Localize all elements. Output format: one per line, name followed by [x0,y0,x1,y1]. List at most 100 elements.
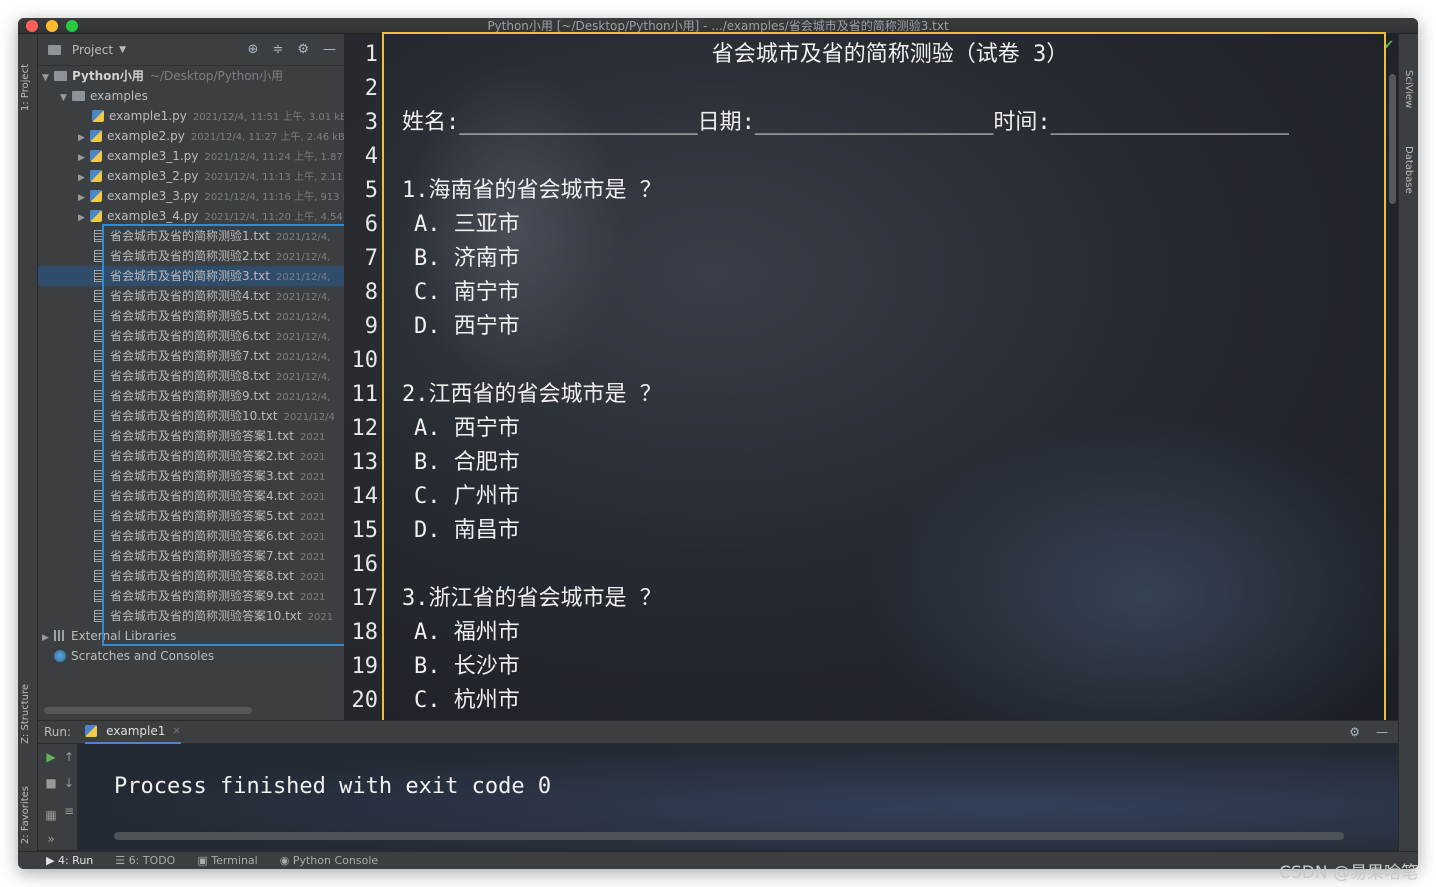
expand-arrow-icon[interactable]: ▶ [78,148,90,168]
tree-txt-file[interactable]: 省会城市及省的简称测验10.txt 2021/12/4 [38,406,344,426]
tree-txt-file[interactable]: 省会城市及省的简称测验答案9.txt 2021 [38,586,344,606]
close-icon[interactable]: ✕ [172,726,180,737]
expand-arrow-icon[interactable]: ▶ [78,188,90,208]
file-meta: 2021/12/4, [275,332,331,343]
tree-txt-file[interactable]: 省会城市及省的简称测验1.txt 2021/12/4, [38,226,344,246]
run-tab-example1[interactable]: example1 ✕ [85,720,181,744]
tree-root[interactable]: ▼ Python小用 ~/Desktop/Python小用 [38,66,344,86]
file-name: 省会城市及省的简称测验答案6.txt [110,529,294,543]
structure-tool-tab[interactable]: Z: Structure [20,684,31,744]
hide-icon[interactable]: — [1376,725,1388,739]
run-tool-button[interactable]: ▶ 4: Run [46,854,93,867]
tree-py-file[interactable]: ▶ example3_1.py 2021/12/4, 11:24 上午, 1.87 … [38,146,344,166]
locate-icon[interactable]: ⊕ [248,42,259,57]
inspection-ok-icon[interactable]: ✔ [1383,38,1394,53]
tree-txt-file[interactable]: 省会城市及省的简称测验7.txt 2021/12/4, [38,346,344,366]
tree-txt-file[interactable]: 省会城市及省的简称测验9.txt 2021/12/4, [38,386,344,406]
file-name: 省会城市及省的简称测验6.txt [110,329,270,343]
file-meta: 2021 [299,532,326,543]
text-file-icon [94,330,104,342]
expand-arrow-icon[interactable]: ▶ [78,128,90,148]
tree-txt-file[interactable]: 省会城市及省的简称测验4.txt 2021/12/4, [38,286,344,306]
scroll-down-icon[interactable]: ↓ [62,776,76,790]
run-console[interactable]: Process finished with exit code 0 [78,744,1398,850]
tree-txt-file[interactable]: 省会城市及省的简称测验答案5.txt 2021 [38,506,344,526]
collapse-icon[interactable]: ≑ [272,42,283,57]
expand-arrow-icon[interactable]: ▶ [78,168,90,188]
expand-arrow-icon[interactable]: ▶ [42,628,54,648]
window-controls [26,20,78,32]
right-tool-strip: SciView Database [1398,34,1418,851]
editor[interactable]: 1 2 3 4 5 6 7 8 9 10 11 12 13 14 15 16 17 18 19 20 省会城市及省的简… [344,34,1398,720]
soft-wrap-icon[interactable]: ≡ [62,804,76,818]
sciview-tool-tab[interactable]: SciView [1403,70,1414,108]
stop-icon[interactable]: ■ [44,776,58,790]
rerun-icon[interactable]: ▶ [44,750,58,764]
tree-txt-file[interactable]: 省会城市及省的简称测验答案6.txt 2021 [38,526,344,546]
minimize-window-button[interactable] [46,20,58,32]
project-view-selector[interactable]: Project [72,43,113,57]
hide-icon[interactable]: — [323,42,336,57]
project-horizontal-scrollbar[interactable] [44,707,252,714]
quiz-title: 省会城市及省的简称测验（试卷 3） [711,42,1069,67]
tree-py-file[interactable]: ▶ example3_4.py 2021/12/4, 11:20 上午, 4.54 [38,206,344,226]
tree-txt-file[interactable]: 省会城市及省的简称测验答案4.txt 2021 [38,486,344,506]
expand-arrow-icon[interactable]: ▼ [60,88,72,108]
scroll-up-icon[interactable]: ↑ [62,750,76,764]
python-console-tool-button[interactable]: ◉ Python Console [280,854,378,867]
more-icon[interactable]: » [44,832,58,846]
background-image-shade [864,414,1398,720]
close-window-button[interactable] [26,20,38,32]
file-meta: 2021 [299,432,326,443]
folder-icon [72,91,85,101]
terminal-tool-button[interactable]: ▣ Terminal [197,854,257,867]
gear-icon[interactable]: ⚙ [297,42,309,57]
layout-icon[interactable]: ▦ [44,808,58,822]
gear-icon[interactable]: ⚙ [1349,725,1360,739]
chevron-down-icon[interactable]: ▼ [119,45,126,55]
tree-py-file[interactable]: example1.py 2021/12/4, 11:51 上午, 3.01 kB [38,106,344,126]
tree-txt-file[interactable]: 省会城市及省的简称测验答案2.txt 2021 [38,446,344,466]
tree-txt-file[interactable]: 省会城市及省的简称测验5.txt 2021/12/4, [38,306,344,326]
project-tool-tab[interactable]: 1: Project [20,64,31,111]
tree-txt-file[interactable]: 省会城市及省的简称测验答案7.txt 2021 [38,546,344,566]
file-meta: 2021 [307,612,334,623]
tree-py-file[interactable]: ▶ example3_2.py 2021/12/4, 11:13 上午, 2.11 … [38,166,344,186]
console-horizontal-scrollbar[interactable] [114,832,1344,840]
todo-tool-button[interactable]: ☰ 6: TODO [115,854,175,867]
tree-txt-file[interactable]: 省会城市及省的简称测验2.txt 2021/12/4, [38,246,344,266]
expand-arrow-icon[interactable]: ▼ [42,68,54,88]
tree-txt-file[interactable]: 省会城市及省的简称测验8.txt 2021/12/4, [38,366,344,386]
tree-txt-file[interactable]: 省会城市及省的简称测验答案3.txt 2021 [38,466,344,486]
tree-scratches[interactable]: Scratches and Consoles [38,646,344,666]
python-file-icon [90,210,102,222]
run-panel-header: Run: example1 ✕ ⚙ — [38,720,1398,744]
tree-txt-file[interactable]: 省会城市及省的简称测验答案1.txt 2021 [38,426,344,446]
file-name: 省会城市及省的简称测验答案1.txt [110,429,294,443]
file-meta: 2021 [299,452,326,463]
expand-arrow-icon[interactable]: ▶ [78,208,90,228]
file-name: 省会城市及省的简称测验答案4.txt [110,489,294,503]
tree-txt-file[interactable]: 省会城市及省的简称测验答案10.txt 2021 [38,606,344,626]
favorites-tool-tab[interactable]: 2: Favorites [20,786,31,844]
text-file-icon [94,430,104,442]
file-name: 省会城市及省的简称测验答案3.txt [110,469,294,483]
run-label: Run: [44,725,72,739]
tree-py-file[interactable]: ▶ example3_3.py 2021/12/4, 11:16 上午, 913 B [38,186,344,206]
python-console-tool-label: Python Console [292,854,379,867]
editor-vertical-scrollbar[interactable] [1389,74,1396,204]
line-number: 13 [351,450,379,475]
tree-txt-file[interactable]: 省会城市及省的简称测验6.txt 2021/12/4, [38,326,344,346]
external-libraries-label: External Libraries [71,629,177,643]
tree-py-file[interactable]: ▶ example2.py 2021/12/4, 11:27 上午, 2.46 kB [38,126,344,146]
question-3-option: B. 长沙市 [414,654,520,679]
file-name: 省会城市及省的简称测验4.txt [110,289,270,303]
tree-external-libraries[interactable]: ▶ External Libraries [38,626,344,646]
tree-txt-file[interactable]: 省会城市及省的简称测验3.txt 2021/12/4, [38,266,344,286]
tree-txt-file[interactable]: 省会城市及省的简称测验答案8.txt 2021 [38,566,344,586]
file-meta: 2021/12/4, [275,352,331,363]
maximize-window-button[interactable] [66,20,78,32]
python-file-icon [90,190,102,202]
database-tool-tab[interactable]: Database [1403,146,1414,194]
tree-folder-examples[interactable]: ▼ examples [38,86,344,106]
